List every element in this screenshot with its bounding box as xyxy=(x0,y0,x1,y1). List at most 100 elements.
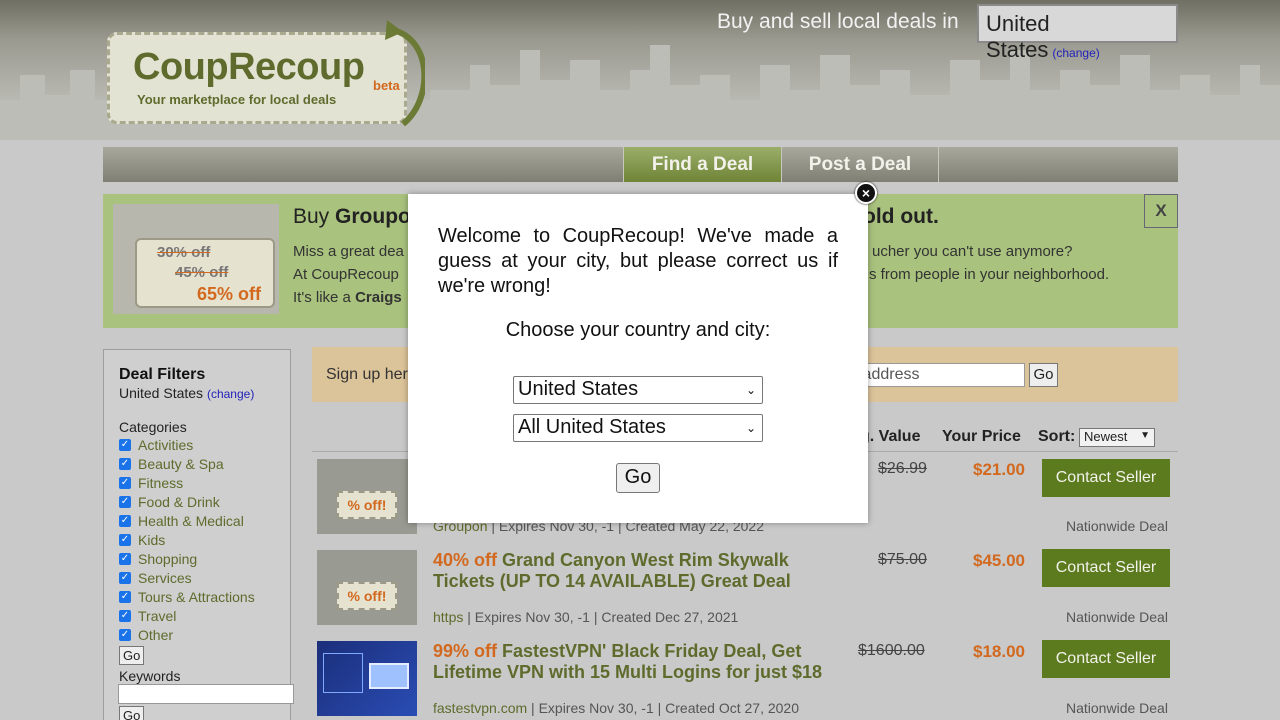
deal-image[interactable]: % off! xyxy=(317,459,417,534)
close-icon[interactable]: × xyxy=(855,182,877,204)
deal-title-link[interactable]: 40% off Grand Canyon West Rim Skywalk Ti… xyxy=(433,550,853,592)
category-label: Activities xyxy=(138,436,194,453)
category-services[interactable]: ✓ Services xyxy=(119,568,275,587)
checkbox-icon[interactable]: ✓ xyxy=(119,476,131,489)
modal-go-button[interactable]: Go xyxy=(616,463,660,493)
site-header: CoupRecoup beta Your marketplace for loc… xyxy=(0,0,1280,140)
sort-label: Sort: xyxy=(1038,428,1076,445)
promo-line-1b: ucher you can't use anymore? xyxy=(872,243,1073,260)
contact-seller-button[interactable]: Contact Seller xyxy=(1042,640,1170,678)
promo-line-2b: s from people in your neighborhood. xyxy=(869,266,1110,283)
filters-location: United States (change) xyxy=(119,385,275,401)
category-label: Food & Drink xyxy=(138,493,220,510)
category-label: Kids xyxy=(138,531,166,548)
checkbox-icon[interactable]: ✓ xyxy=(119,457,131,470)
checkbox-icon[interactable]: ✓ xyxy=(119,533,131,546)
pct-off-badge: % off! xyxy=(337,582,397,610)
city-select[interactable]: All United States ⌄ xyxy=(513,414,763,442)
category-food-drink[interactable]: ✓ Food & Drink xyxy=(119,492,275,511)
category-other[interactable]: ✓ Other xyxy=(119,625,275,644)
promo-line-3a: It's like a xyxy=(293,289,356,306)
categories-list: ✓ Activities ✓ Beauty & Spa ✓ Fitness ✓ Food… xyxy=(119,435,275,644)
logo-tagline: Your marketplace for local deals xyxy=(137,92,337,107)
filters-location-change[interactable]: (change) xyxy=(207,387,254,401)
category-label: Shopping xyxy=(138,550,198,567)
locale-change-link[interactable]: (change) xyxy=(1052,46,1099,60)
deal-price: $18.00 xyxy=(973,642,1025,661)
checkbox-icon[interactable]: ✓ xyxy=(119,609,131,622)
deal-source-link[interactable]: fastestvpn.com xyxy=(433,700,527,716)
category-label: Beauty & Spa xyxy=(138,455,224,472)
contact-seller-button[interactable]: Contact Seller xyxy=(1042,459,1170,497)
deal-image[interactable]: % off! xyxy=(317,550,417,625)
signup-go-button[interactable]: Go xyxy=(1029,363,1058,387)
filters-location-name: United States xyxy=(119,385,204,401)
main-nav: Find a Deal Post a Deal xyxy=(103,147,1178,182)
country-select[interactable]: United States ⌄ xyxy=(513,376,763,404)
keywords-input[interactable] xyxy=(118,684,294,704)
checkbox-icon[interactable]: ✓ xyxy=(119,590,131,603)
col-original-value: g. Value xyxy=(860,428,921,445)
promo-line-3b: Craigs xyxy=(355,289,402,306)
deal-scope: Nationwide Deal xyxy=(1066,609,1168,625)
checkbox-icon[interactable]: ✓ xyxy=(119,552,131,565)
tag-new-price: 65% off xyxy=(197,284,262,304)
promo-image: 30% off 45% off 65% off xyxy=(113,204,279,314)
location-modal: Welcome to CoupRecoup! We've made a gues… xyxy=(408,194,868,523)
categories-go-button[interactable]: Go xyxy=(119,646,145,665)
category-label: Tours & Attractions xyxy=(138,588,255,605)
city-select-value: All United States xyxy=(518,416,666,438)
category-travel[interactable]: ✓ Travel xyxy=(119,606,275,625)
deal-percent: 99% off xyxy=(433,641,503,661)
vpn-laptop-graphic xyxy=(369,663,409,689)
contact-seller-button[interactable]: Contact Seller xyxy=(1042,549,1170,587)
chevron-down-icon: ⌄ xyxy=(745,383,756,397)
checkbox-icon[interactable]: ✓ xyxy=(119,514,131,527)
category-fitness[interactable]: ✓ Fitness xyxy=(119,473,275,492)
signup-email-input[interactable]: il address xyxy=(846,363,1025,387)
promo-title-bold: Groupo xyxy=(335,205,411,228)
category-kids[interactable]: ✓ Kids xyxy=(119,530,275,549)
tag-old-price-1: 30% off xyxy=(157,244,211,261)
category-label: Fitness xyxy=(138,474,184,491)
sort-select[interactable]: Newest ▼ xyxy=(1079,428,1155,447)
deal-scope: Nationwide Deal xyxy=(1066,700,1168,716)
locale-selector: United States (change) xyxy=(977,4,1178,62)
logo-beta: beta xyxy=(373,78,400,93)
deal-price: $45.00 xyxy=(973,551,1025,570)
category-shopping[interactable]: ✓ Shopping xyxy=(119,549,275,568)
promo-title-suffix: old out. xyxy=(863,205,939,228)
category-label: Health & Medical xyxy=(138,512,244,529)
logo[interactable]: CoupRecoup beta Your marketplace for loc… xyxy=(103,20,425,130)
deal-title-link[interactable]: 99% off FastestVPN' Black Friday Deal, G… xyxy=(433,641,853,683)
category-label: Travel xyxy=(138,607,177,624)
promo-line-3: It's like a Craigs xyxy=(293,289,402,306)
category-activities[interactable]: ✓ Activities xyxy=(119,435,275,454)
checkbox-icon[interactable]: ✓ xyxy=(119,438,131,451)
checkbox-icon[interactable]: ✓ xyxy=(119,628,131,641)
pct-off-badge: % off! xyxy=(337,491,397,519)
category-tours-attractions[interactable]: ✓ Tours & Attractions xyxy=(119,587,275,606)
chevron-down-icon: ▼ xyxy=(1140,430,1150,441)
checkbox-icon[interactable]: ✓ xyxy=(119,495,131,508)
category-label: Services xyxy=(138,569,192,586)
deal-meta-text: | Expires Nov 30, -1 | Created Dec 27, 2… xyxy=(463,609,739,625)
deal-image-vpn[interactable] xyxy=(317,641,417,716)
promo-close-button[interactable]: X xyxy=(1144,194,1178,228)
keywords-go-button[interactable]: Go xyxy=(119,706,145,720)
category-label: Other xyxy=(138,626,174,643)
col-your-price: Your Price xyxy=(942,428,1021,445)
tab-post-a-deal[interactable]: Post a Deal xyxy=(781,147,939,182)
price-tag-graphic: 30% off 45% off 65% off xyxy=(135,238,275,308)
promo-line-1a: Miss a great dea xyxy=(293,243,404,260)
deal-scope: Nationwide Deal xyxy=(1066,518,1168,534)
category-beauty-spa[interactable]: ✓ Beauty & Spa xyxy=(119,454,275,473)
categories-label: Categories xyxy=(119,419,187,435)
checkbox-icon[interactable]: ✓ xyxy=(119,571,131,584)
promo-title: Buy Groupo xyxy=(293,205,411,229)
deal-filters-sidebar: Deal Filters United States (change) Cate… xyxy=(103,349,294,720)
modal-choose-label: Choose your country and city: xyxy=(505,319,771,341)
tab-find-a-deal[interactable]: Find a Deal xyxy=(623,147,781,182)
deal-source-link[interactable]: https xyxy=(433,609,463,625)
category-health-medical[interactable]: ✓ Health & Medical xyxy=(119,511,275,530)
